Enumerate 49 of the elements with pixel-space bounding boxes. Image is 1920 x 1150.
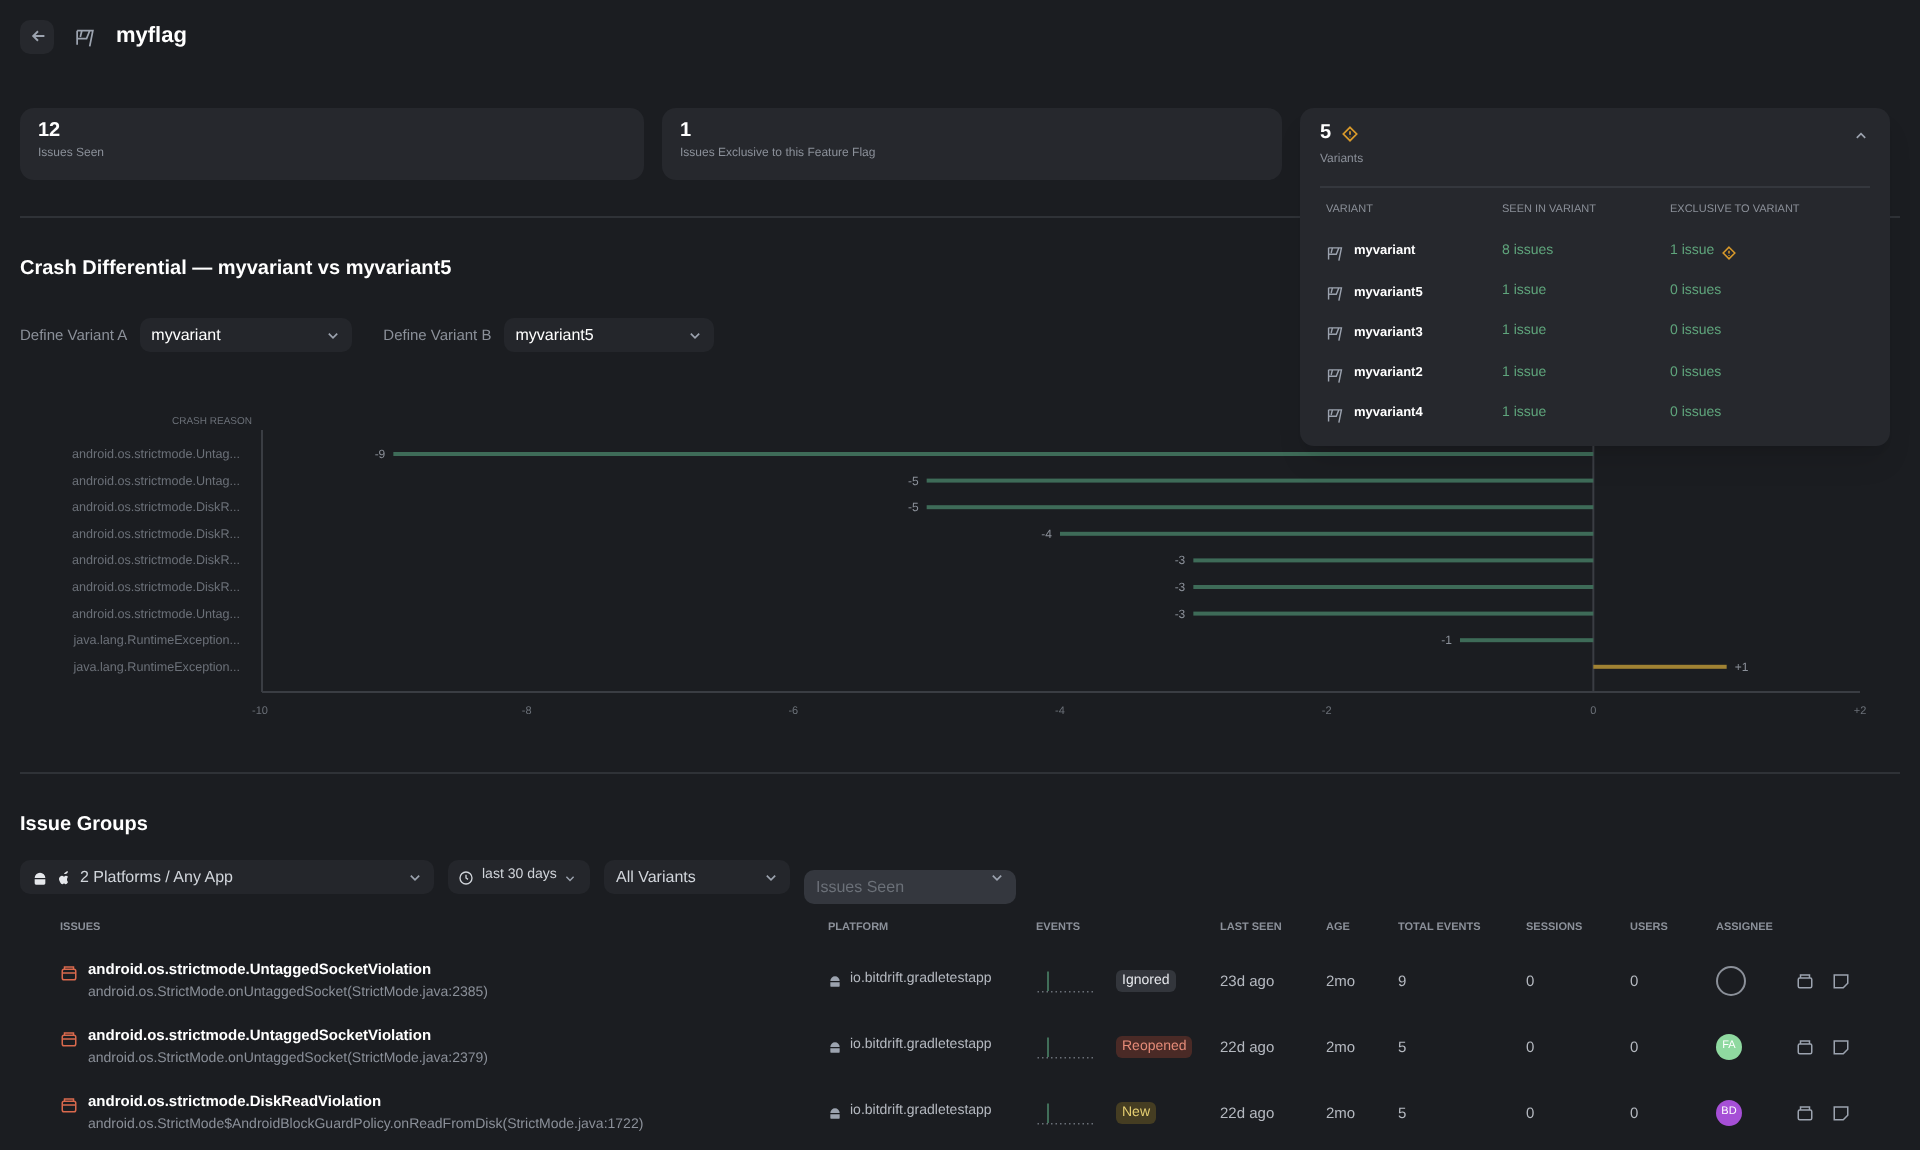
back-button[interactable]	[20, 19, 54, 53]
note-icon	[1832, 1104, 1850, 1122]
flag-icon	[1326, 243, 1344, 262]
chevron-down-icon	[408, 870, 422, 884]
caret-up-icon	[1853, 127, 1867, 141]
variant-filter-select[interactable]: All Variants	[604, 860, 790, 894]
stat-value: 5	[1320, 124, 1332, 144]
box-icon	[60, 1030, 78, 1049]
sparkline-drawing	[1036, 969, 1096, 993]
flag-icon	[1326, 324, 1344, 343]
section-title: Issue Groups	[18, 812, 150, 840]
sort-field[interactable]: Issues Seen	[804, 870, 1016, 904]
sparkline-drawing	[1036, 1101, 1096, 1125]
stat-value: 1	[680, 122, 694, 142]
chevron-down-icon	[764, 870, 778, 884]
archive-button[interactable]	[1796, 972, 1814, 990]
chevron-down-icon	[564, 871, 577, 883]
note-button[interactable]	[1832, 972, 1850, 990]
avatar-placeholder[interactable]	[1716, 966, 1746, 996]
variant-select[interactable]: myvariant5	[503, 318, 714, 352]
flag-icon	[1326, 365, 1344, 384]
sparkline-drawing	[1036, 1035, 1096, 1059]
platform-select[interactable]: 2 Platforms / Any App	[20, 860, 434, 894]
flag-icon	[1326, 283, 1344, 302]
flag-icon	[1326, 405, 1344, 424]
clock-icon	[458, 869, 474, 885]
note-icon	[1832, 1038, 1850, 1056]
box-icon	[60, 1096, 78, 1115]
stat-value: 12	[38, 122, 63, 142]
variant-select[interactable]: myvariant	[139, 318, 352, 352]
apple-icon	[56, 869, 72, 885]
page-title: myflag	[116, 21, 187, 52]
archive-button[interactable]	[1796, 1104, 1814, 1122]
chevron-down-icon	[325, 328, 340, 342]
box-icon	[60, 964, 78, 983]
box-icon	[1796, 1104, 1814, 1122]
bar	[1593, 664, 1727, 669]
note-button[interactable]	[1832, 1104, 1850, 1122]
note-button[interactable]	[1832, 1038, 1850, 1056]
chevron-down-icon	[687, 328, 702, 342]
chevron-down-icon	[990, 870, 1004, 884]
box-icon	[1796, 972, 1814, 990]
section-title: Crash Differential — myvariant vs myvariant5	[18, 256, 454, 284]
back-arrow-icon	[29, 28, 45, 44]
note-icon	[1832, 972, 1850, 990]
bar	[1460, 638, 1594, 643]
flag-icon	[74, 25, 96, 47]
archive-button[interactable]	[1796, 1038, 1814, 1056]
box-icon	[1796, 1038, 1814, 1056]
